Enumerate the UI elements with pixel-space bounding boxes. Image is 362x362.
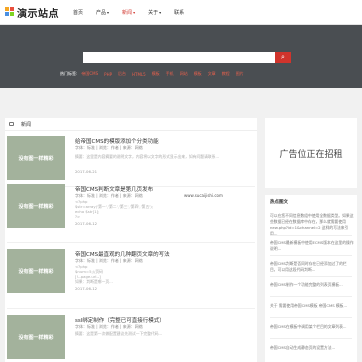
news-list-panel: 新闻 没有图一样精彩 给帝国CMS的模版添加个分类功能 字体：标准 | 浏览：作… xyxy=(5,118,257,362)
article-meta: 字体：标准 | 浏览：作者 | 来源：网络 xyxy=(75,324,143,329)
hot-tags-label: 热门标签: xyxy=(60,71,78,76)
folder-icon xyxy=(9,122,14,126)
main-nav: 首页 产品▾ 新闻▾ 关于▾ 联系 xyxy=(73,0,197,24)
divider xyxy=(270,276,352,277)
logo-icon xyxy=(5,7,15,17)
top-header: 演示站点 首页 产品▾ 新闻▾ 关于▾ 联系 xyxy=(0,0,362,25)
list-item: 没有图一样精彩 ssl绑定制作（完整已可直接行模式） 字体：标准 | 浏览：作者… xyxy=(7,315,255,362)
divider xyxy=(270,317,352,318)
article-summary: 摘要：这是第一次做配置建议先测试一下完整代码... xyxy=(75,331,163,336)
nav-item-home[interactable]: 首页 xyxy=(73,9,83,16)
hot-tag[interactable]: 图片 xyxy=(236,71,244,77)
hot-tag[interactable]: 模板 xyxy=(194,71,202,77)
chevron-down-icon: ▾ xyxy=(133,9,136,15)
magnifier-icon: ⌕ xyxy=(281,53,285,61)
article-thumbnail[interactable]: 没有图一样精彩 xyxy=(7,136,65,180)
thumbnail-text: 没有图一样精彩 xyxy=(18,155,54,162)
sidebar-item[interactable]: 帝国CMS判断是否同时存在已经添加过了的栏目，可以用这段代码判断... xyxy=(270,261,354,273)
article-date: 2017-06-12 xyxy=(75,286,98,291)
section-header: 新闻 xyxy=(5,118,257,131)
sidebar-item[interactable]: 帝国CMS最新模板中使用ECMS版本在这里的操作说明... xyxy=(270,240,354,252)
thumbnail-text: 没有图一样精彩 xyxy=(18,334,54,341)
chevron-down-icon: ▾ xyxy=(107,9,110,15)
divider xyxy=(270,235,352,236)
divider xyxy=(270,296,352,297)
search-input[interactable] xyxy=(83,52,275,63)
ad-banner[interactable]: 广告位正在招租 xyxy=(265,118,357,188)
divider xyxy=(270,255,352,256)
article-date: 2017-06-21 xyxy=(75,169,98,174)
sidebar-hot-list: 热点图文 可以在您不同信息数组中使用全数据类型。如果这些数据已经在数据库中存在，… xyxy=(265,195,357,362)
list-item: 没有图一样精彩 给帝国CMS的模版添加个分类功能 字体：标准 | 浏览：作者 |… xyxy=(7,136,255,186)
sidebar-title: 热点图文 xyxy=(270,200,288,205)
article-thumbnail[interactable]: 没有图一样精彩 xyxy=(7,184,65,228)
divider xyxy=(270,338,352,339)
article-title[interactable]: 给帝国CMS的模版添加个分类功能 xyxy=(75,137,159,145)
article-title[interactable]: 帝国CMS判断文章是第几页发布 xyxy=(75,185,153,193)
code-line: 如果：判断是哪一页... xyxy=(75,279,113,284)
sidebar-item[interactable]: 关于 需要使用帝国CMS模板 帝国CMS 模板... xyxy=(270,303,354,309)
sidebar-item[interactable]: 可以在您不同信息数组中使用全数据类型。如果这些数据已经在数据库中存在，那么就需要… xyxy=(270,213,354,237)
sidebar-item[interactable]: 帝国CMS自动生成静态页的设置方法... xyxy=(270,345,354,351)
logo-text: 演示站点 xyxy=(17,8,59,20)
hot-tag[interactable]: 教程 xyxy=(222,71,230,77)
nav-item-products[interactable]: 产品▾ xyxy=(96,9,109,16)
sidebar-item[interactable]: 帝国CMS制作一个功能完整的列表页模板... xyxy=(270,282,354,288)
hot-tag[interactable]: 后台 xyxy=(118,71,126,77)
code-line: ?> xyxy=(75,214,81,219)
article-title[interactable]: ssl绑定制作（完整已可直接行模式） xyxy=(75,316,165,324)
article-meta: 字体：标准 | 浏览：作者 | 来源：网络 xyxy=(75,145,143,150)
hot-tag[interactable]: PHP xyxy=(104,72,112,77)
hot-tag[interactable]: 文章 xyxy=(208,71,216,77)
nav-item-about[interactable]: 关于▾ xyxy=(148,9,161,16)
divider xyxy=(7,308,255,309)
hot-tag[interactable]: 手机 xyxy=(166,71,174,77)
chevron-down-icon: ▾ xyxy=(159,9,162,15)
nav-item-news[interactable]: 新闻▾ xyxy=(122,9,135,16)
article-title[interactable]: 帝国CMS最直观的几种翻页文章的写法 xyxy=(75,250,170,258)
sidebar-item[interactable]: 帝国CMS在模板中调用某个栏目的文章列表... xyxy=(270,324,354,330)
article-summary: 摘要：这里是内容摘要的说明文字，内容将以文字的形式显示出来，如有问题请联系... xyxy=(75,154,220,159)
article-thumbnail[interactable]: 没有图一样精彩 xyxy=(7,249,65,293)
hot-tags: 热门标签: 帝国CMS PHP 后台 HTML5 模板 手机 网站 模板 文章 … xyxy=(60,71,250,77)
ad-text: 广告位正在招租 xyxy=(279,149,343,160)
hot-tag[interactable]: 模板 xyxy=(152,71,160,77)
hot-tag[interactable]: 网站 xyxy=(180,71,188,77)
section-title: 新闻 xyxy=(21,122,32,128)
nav-item-contact[interactable]: 联系 xyxy=(174,9,184,16)
thumbnail-text: 没有图一样精彩 xyxy=(18,203,54,210)
divider xyxy=(7,242,255,243)
site-logo[interactable]: 演示站点 xyxy=(5,5,59,20)
hot-tag[interactable]: HTML5 xyxy=(132,72,146,77)
search-button[interactable]: ⌕ xyxy=(275,52,291,63)
watermark-text: www.sucaijishi.com xyxy=(183,193,224,198)
list-item: 没有图一样精彩 帝国CMS最直观的几种翻页文章的写法 字体：标准 | 浏览：作者… xyxy=(7,249,255,307)
hot-tag[interactable]: 帝国CMS xyxy=(81,71,98,77)
article-date: 2017-06-12 xyxy=(75,221,98,226)
thumbnail-text: 没有图一样精彩 xyxy=(18,268,54,275)
article-thumbnail[interactable]: 没有图一样精彩 xyxy=(7,315,65,359)
